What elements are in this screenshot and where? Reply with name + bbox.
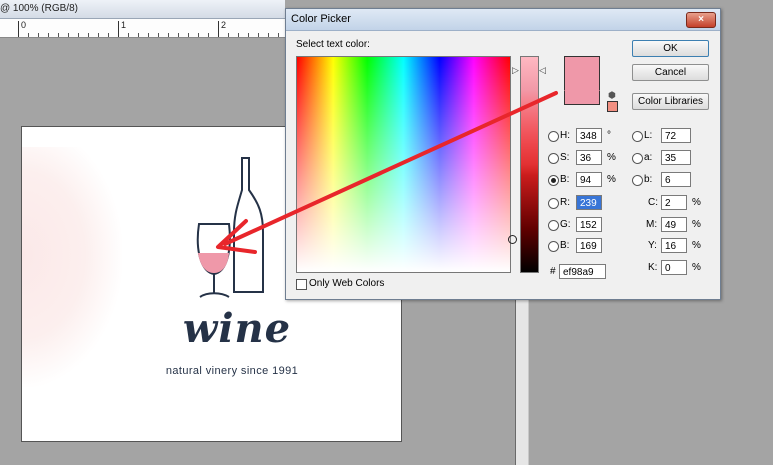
lab-b-label: b: — [644, 174, 653, 185]
hue-radio[interactable] — [548, 131, 559, 142]
blue-radio[interactable] — [548, 241, 559, 252]
lab-l-field[interactable]: 72 — [661, 128, 691, 143]
color-slider-gradient — [521, 57, 538, 272]
close-icon[interactable]: × — [686, 12, 716, 28]
dialog-title: Color Picker — [291, 13, 351, 25]
lab-b-radio[interactable] — [632, 175, 643, 186]
brightness-row: B: 94 % — [548, 172, 618, 189]
ruler-number: 0 — [21, 20, 27, 30]
saturation-label: S: — [560, 152, 570, 163]
lab-l-label: L: — [644, 130, 653, 141]
green-radio[interactable] — [548, 220, 559, 231]
hex-row: # ef98a9 — [550, 264, 610, 281]
red-field[interactable]: 239 — [576, 195, 602, 210]
current-color-swatch[interactable] — [564, 90, 600, 105]
wine-bottle-icon — [233, 157, 264, 293]
percent-unit: % — [607, 174, 616, 185]
blue-label: B: — [560, 240, 570, 251]
yellow-row: Y: 16 % — [648, 238, 708, 255]
cyan-field[interactable]: 2 — [661, 195, 687, 210]
brightness-radio[interactable] — [548, 175, 559, 186]
document-tab[interactable]: @ 100% (RGB/8) — [0, 0, 285, 19]
saturation-radio[interactable] — [548, 153, 559, 164]
black-label: K: — [648, 262, 658, 273]
blue-row: B: 169 — [548, 238, 618, 255]
lab-b-row: b: 6 — [632, 172, 702, 189]
dialog-prompt: Select text color: — [296, 39, 370, 50]
ruler-number: 2 — [221, 20, 227, 30]
magenta-field[interactable]: 49 — [661, 217, 687, 232]
wine-liquid — [198, 253, 229, 273]
cyan-label: C: — [648, 197, 658, 208]
yellow-field[interactable]: 16 — [661, 238, 687, 253]
degree-unit: ° — [607, 130, 611, 141]
gamut-warning-icon[interactable]: ⬢ — [608, 90, 616, 101]
cancel-button[interactable]: Cancel — [632, 64, 709, 81]
red-label: R: — [560, 197, 570, 208]
yellow-label: Y: — [648, 240, 657, 251]
percent-unit: % — [692, 262, 701, 273]
magenta-label: M: — [646, 219, 658, 230]
lab-a-radio[interactable] — [632, 153, 643, 164]
side-panel-edge — [515, 280, 529, 465]
lab-a-row: a: 35 — [632, 150, 702, 167]
black-field[interactable]: 0 — [661, 260, 687, 275]
red-row: R: 239 — [548, 195, 618, 212]
magenta-row: M: 49 % — [646, 217, 708, 234]
logo-word[interactable]: wine — [172, 305, 302, 352]
logo-tagline[interactable]: natural vinery since 1991 — [142, 365, 322, 377]
new-color-swatch — [564, 56, 600, 91]
color-slider[interactable] — [520, 56, 539, 273]
red-radio[interactable] — [548, 198, 559, 209]
black-row: K: 0 % — [648, 260, 708, 277]
saturation-field[interactable]: 36 — [576, 150, 602, 165]
websafe-cube-icon[interactable] — [607, 101, 618, 112]
lab-l-row: L: 72 — [632, 128, 702, 145]
ok-button[interactable]: OK — [632, 40, 709, 57]
saturation-row: S: 36 % — [548, 150, 618, 167]
lab-a-field[interactable]: 35 — [661, 150, 691, 165]
percent-unit: % — [692, 240, 701, 251]
document-title: @ 100% (RGB/8) — [0, 3, 78, 14]
percent-unit: % — [692, 197, 701, 208]
color-picker-dialog: Color Picker × Select text color: ▷ ◁ ⬢ … — [285, 8, 721, 300]
color-libraries-button[interactable]: Color Libraries — [632, 93, 709, 110]
percent-unit: % — [692, 219, 701, 230]
ruler-number: 1 — [121, 20, 127, 30]
hue-field[interactable]: 348 — [576, 128, 602, 143]
green-field[interactable]: 152 — [576, 217, 602, 232]
lab-a-label: a: — [644, 152, 653, 163]
color-field[interactable] — [296, 56, 517, 273]
wine-logo — [196, 157, 264, 298]
slider-arrow-icon[interactable]: ▷ — [512, 65, 519, 76]
hex-label: # — [550, 266, 556, 277]
only-web-colors-checkbox[interactable] — [296, 279, 307, 290]
watercolor-splash — [22, 147, 122, 387]
lab-l-radio[interactable] — [632, 131, 643, 142]
brightness-field[interactable]: 94 — [576, 172, 602, 187]
brightness-label: B: — [560, 174, 570, 185]
dialog-titlebar[interactable]: Color Picker × — [286, 9, 720, 31]
hue-row: H: 348 ° — [548, 128, 618, 145]
horizontal-ruler: 0 1 2 — [0, 19, 285, 38]
blue-field[interactable]: 169 — [576, 238, 602, 253]
green-row: G: 152 — [548, 217, 618, 234]
percent-unit: % — [607, 152, 616, 163]
hue-label: H: — [560, 130, 570, 141]
lab-b-field[interactable]: 6 — [661, 172, 691, 187]
only-web-colors-label: Only Web Colors — [309, 278, 385, 289]
slider-arrow-icon[interactable]: ◁ — [539, 65, 546, 76]
green-label: G: — [560, 219, 571, 230]
color-field-marker[interactable] — [508, 235, 517, 244]
cyan-row: C: 2 % — [648, 195, 708, 212]
hex-field[interactable]: ef98a9 — [559, 264, 606, 279]
